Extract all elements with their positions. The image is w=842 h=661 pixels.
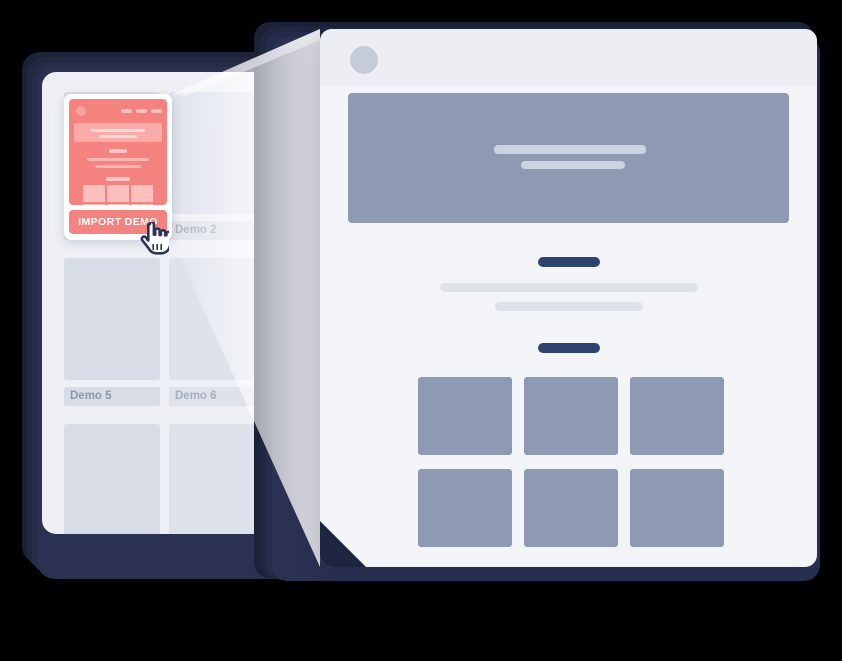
- import-demo-card[interactable]: IMPORT DEMO: [64, 94, 172, 240]
- avatar-circle-icon: [76, 106, 86, 116]
- demo-cell-6[interactable]: Demo 6: [169, 258, 265, 406]
- demo-thumbnail: [64, 424, 160, 534]
- grid-tile: [107, 185, 129, 202]
- section-heading-bar-1: [537, 257, 600, 267]
- demo-cell-2[interactable]: Demo 2: [169, 92, 265, 240]
- hero-title-bar: [91, 129, 145, 132]
- grid-tile: [83, 185, 105, 202]
- demo-label: Demo 5: [64, 387, 160, 406]
- grid-tile: [131, 185, 153, 202]
- demo-label: Demo 2: [169, 221, 265, 240]
- grid-tile: [107, 204, 129, 205]
- preview-tile-grid: [417, 377, 724, 547]
- demo-thumbnail: [64, 258, 160, 380]
- section-text-line-1: [439, 283, 698, 292]
- avatar-circle-icon: [350, 46, 378, 74]
- import-demo-thumbnail: [69, 99, 167, 205]
- nav-pill: [136, 109, 147, 113]
- hero-banner: [348, 93, 789, 223]
- import-demo-button[interactable]: IMPORT DEMO: [69, 210, 167, 234]
- scene-stage: IMPORT DEMO Demo 2 Demo 3 Demo 5 Demo 6: [0, 0, 842, 661]
- hero-banner: [74, 123, 162, 142]
- demo-cell-5[interactable]: Demo 5: [64, 258, 160, 406]
- preview-tile: [417, 469, 512, 547]
- tile-grid: [83, 185, 153, 205]
- demo-cell-10[interactable]: Demo 10: [169, 424, 265, 534]
- hero-subtitle-bar: [99, 135, 137, 138]
- section-text-line-2: [494, 302, 643, 311]
- preview-tile: [629, 377, 724, 455]
- demo-label: Demo 6: [169, 387, 265, 406]
- hero-subtitle-bar: [521, 161, 625, 169]
- preview-tile: [629, 469, 724, 547]
- preview-tile: [417, 377, 512, 455]
- panel-corner-fold: [320, 521, 366, 567]
- section-heading-bar: [106, 177, 130, 181]
- preview-tile: [523, 377, 618, 455]
- preview-header: [320, 29, 817, 87]
- hero-title-bar: [494, 145, 646, 154]
- preview-tile: [523, 469, 618, 547]
- section-text-line: [87, 158, 149, 161]
- grid-tile: [131, 204, 153, 205]
- demo-cell-9[interactable]: Demo 9: [64, 424, 160, 534]
- demo-preview-panel: [320, 29, 817, 567]
- demo-thumbnail: [169, 424, 265, 534]
- section-heading-bar-2: [537, 343, 600, 353]
- grid-tile: [83, 204, 105, 205]
- nav-pill: [151, 109, 162, 113]
- section-heading-bar: [109, 149, 127, 153]
- section-text-line: [95, 165, 141, 168]
- nav-pill: [121, 109, 132, 113]
- demo-thumbnail: [169, 258, 265, 380]
- demo-thumbnail: [169, 92, 265, 214]
